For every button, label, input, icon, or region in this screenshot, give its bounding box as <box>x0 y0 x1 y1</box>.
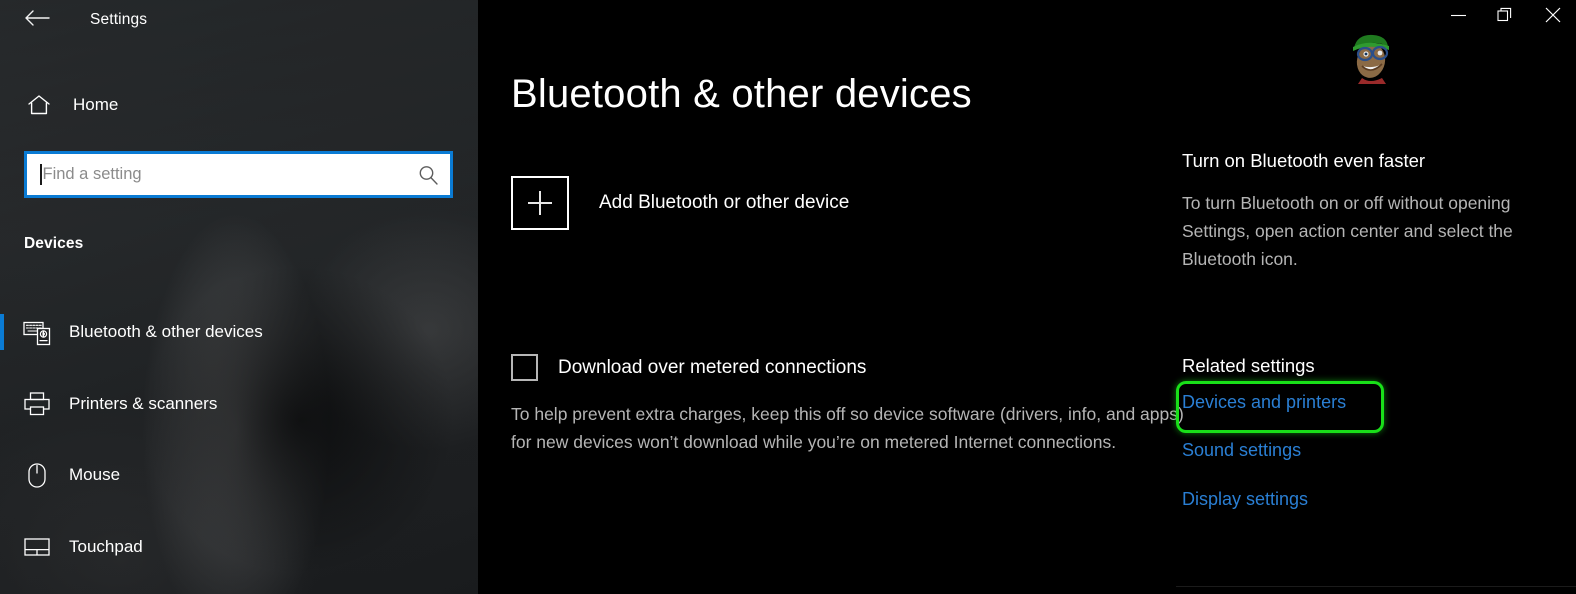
related-settings-links: Devices and printers Sound settings Disp… <box>1182 392 1346 538</box>
window-controls <box>1435 0 1576 34</box>
add-device-button[interactable]: Add Bluetooth or other device <box>511 176 849 230</box>
avatar <box>1342 28 1398 84</box>
maximize-icon <box>1497 7 1514 27</box>
back-button[interactable] <box>14 4 60 36</box>
sidebar-item-label: Touchpad <box>69 536 143 556</box>
link-devices-and-printers[interactable]: Devices and printers <box>1182 392 1346 413</box>
metered-connections-description: To help prevent extra charges, keep this… <box>511 404 1184 452</box>
close-icon <box>1545 7 1561 28</box>
sidebar-item-label: Bluetooth & other devices <box>69 322 263 341</box>
back-arrow-icon <box>24 9 50 32</box>
maximize-button[interactable] <box>1482 0 1529 34</box>
sidebar-section-header: Devices <box>24 235 84 252</box>
home-label: Home <box>73 95 119 114</box>
app-title: Settings <box>90 11 148 28</box>
printer-icon <box>20 391 54 417</box>
minimize-button[interactable] <box>1435 0 1482 34</box>
search-box[interactable] <box>24 151 453 198</box>
metered-connections-label: Download over metered connections <box>558 356 867 378</box>
bluetooth-devices-icon <box>20 319 54 346</box>
link-sound-settings[interactable]: Sound settings <box>1182 440 1346 461</box>
right-panel: Turn on Bluetooth even faster To turn Bl… <box>1182 0 1576 594</box>
sidebar-item-home[interactable]: Home <box>0 86 440 124</box>
plus-icon <box>511 176 569 230</box>
search-input[interactable] <box>42 165 406 184</box>
page-title: Bluetooth & other devices <box>511 72 972 116</box>
text-cursor <box>40 164 42 185</box>
metered-connections-checkbox-row[interactable]: Download over metered connections <box>511 354 866 381</box>
sidebar-item-bluetooth-other-devices[interactable]: Bluetooth & other devices <box>0 305 478 359</box>
sidebar-nav: Bluetooth & other devices Printers & sca… <box>0 305 478 591</box>
sidebar: Settings Home Find a setting Devices Blu… <box>0 0 478 594</box>
titlebar: Settings <box>0 0 478 40</box>
related-settings-heading: Related settings <box>1182 355 1315 376</box>
bottom-divider <box>1176 586 1576 587</box>
link-display-settings[interactable]: Display settings <box>1182 489 1346 510</box>
settings-window: Settings Home Find a setting Devices Blu… <box>0 0 1576 594</box>
tip-body: To turn Bluetooth on or off without open… <box>1182 193 1513 269</box>
selection-indicator <box>0 314 4 350</box>
sidebar-item-label: Printers & scanners <box>69 393 218 413</box>
sidebar-item-touchpad[interactable]: Touchpad <box>0 520 478 574</box>
metered-connections-checkbox[interactable] <box>511 354 538 381</box>
mouse-icon <box>20 462 54 489</box>
close-button[interactable] <box>1529 0 1576 34</box>
home-icon <box>24 94 54 116</box>
search-icon[interactable] <box>406 154 450 195</box>
main-content: Bluetooth & other devices Add Bluetooth … <box>478 0 1576 594</box>
touchpad-icon <box>20 536 54 558</box>
tip-heading: Turn on Bluetooth even faster <box>1182 150 1426 171</box>
minimize-icon <box>1450 8 1467 26</box>
sidebar-item-mouse[interactable]: Mouse <box>0 448 478 502</box>
sidebar-item-printers-scanners[interactable]: Printers & scanners <box>0 377 478 431</box>
sidebar-item-label: Mouse <box>69 465 121 484</box>
add-device-label: Add Bluetooth or other device <box>599 192 850 213</box>
